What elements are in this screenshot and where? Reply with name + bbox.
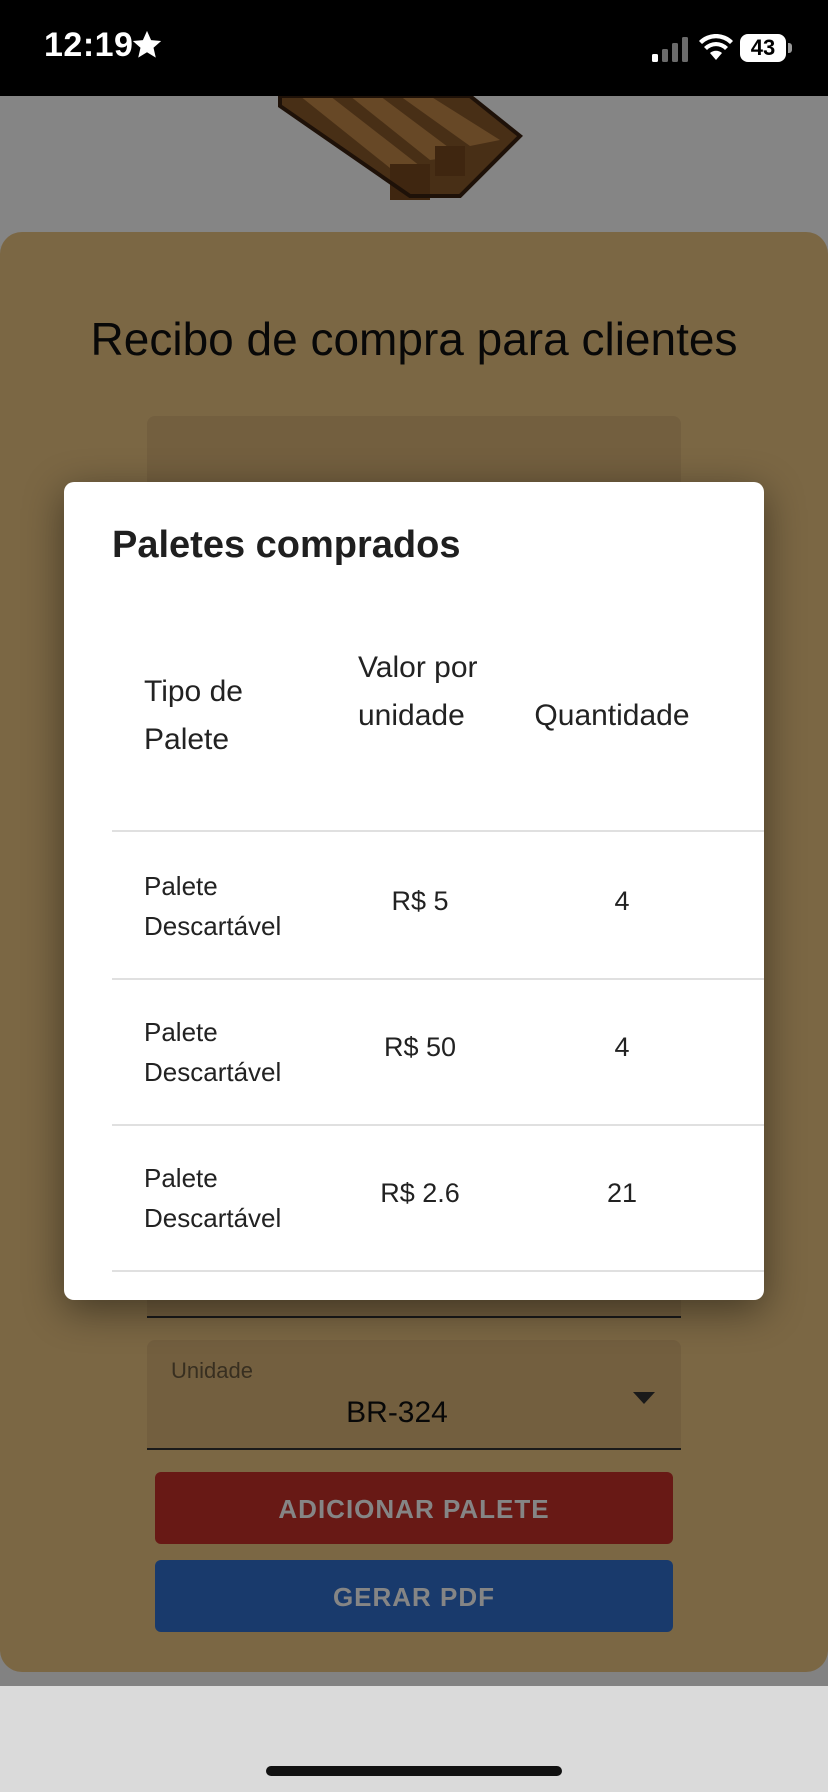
cell-value: R$ 50 xyxy=(383,1032,457,1062)
cell-type: Palete Descartável xyxy=(144,871,282,941)
table-row: Palete Descartável R$ 50 4 xyxy=(112,978,764,1126)
status-bar: 12:19 43 xyxy=(0,0,828,96)
wifi-icon xyxy=(699,34,733,60)
cell-value: R$ 5 xyxy=(391,886,449,916)
column-header-type: Tipo de Palete xyxy=(144,675,243,756)
battery-level: 43 xyxy=(750,35,776,60)
column-header-value: Valor por unidade xyxy=(358,651,478,732)
purchased-pallets-dialog: Paletes comprados Tipo de Palete Valor p… xyxy=(64,482,764,1300)
star-icon xyxy=(132,30,162,58)
status-time: 12:19 xyxy=(44,26,134,64)
cell-quantity: 4 xyxy=(614,1032,630,1062)
home-indicator[interactable] xyxy=(266,1766,562,1776)
table-row: Palete Descartável R$ 2.6 21 xyxy=(112,1124,764,1272)
signal-icon xyxy=(652,37,688,62)
screen: 12:19 43 Recibo de compra para clientes … xyxy=(0,0,828,1792)
cell-value: R$ 2.6 xyxy=(380,1178,460,1208)
bottom-bar xyxy=(0,1686,828,1792)
cell-type: Palete Descartável xyxy=(144,1017,282,1087)
cell-quantity: 4 xyxy=(614,886,630,916)
battery-icon: 43 xyxy=(740,34,792,62)
cell-quantity: 21 xyxy=(606,1178,638,1208)
table-row: Palete Descartável R$ 5 4 xyxy=(112,830,764,980)
column-header-quantity: Quantidade xyxy=(534,699,690,732)
dialog-title: Paletes comprados xyxy=(112,524,461,566)
cell-type: Palete Descartável xyxy=(144,1163,282,1233)
